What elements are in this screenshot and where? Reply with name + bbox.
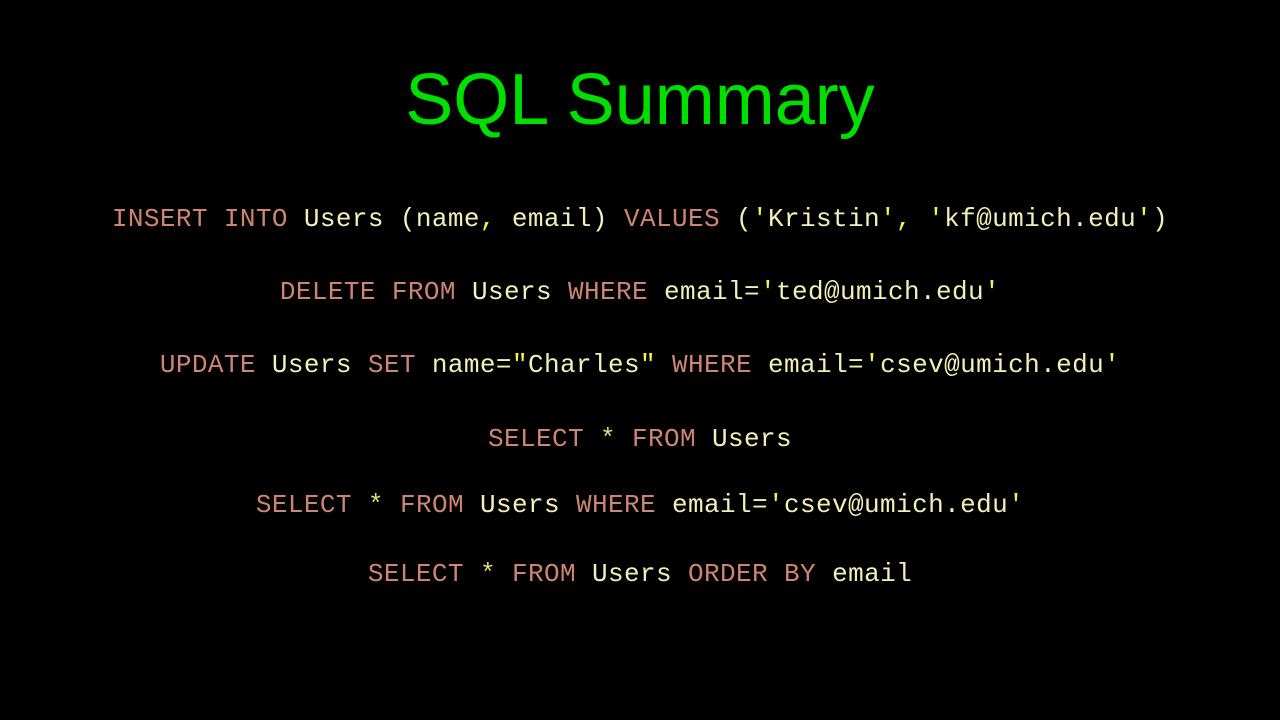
sql-token-punct: " — [511, 350, 528, 380]
sql-token-id: csev@umich.edu — [880, 350, 1105, 380]
sql-token-id — [912, 204, 928, 234]
sql-token-kw: SELECT — [487, 424, 584, 454]
sql-token-kw: FROM — [632, 424, 697, 454]
sql-statement-list: INSERT INTO Users (name, email) VALUES (… — [0, 206, 1280, 587]
sql-statement-delete: DELETE FROM Users WHERE email='ted@umich… — [0, 279, 1280, 305]
sql-token-kw: WHERE — [575, 490, 656, 520]
sql-token-id — [352, 490, 368, 520]
sql-token-punct: ' — [1104, 350, 1121, 380]
sql-statement-select-order-by: SELECT * FROM Users ORDER BY email — [0, 561, 1280, 587]
sql-token-star: * — [367, 490, 384, 520]
sql-token-id — [616, 424, 632, 454]
sql-token-id: email — [816, 559, 913, 589]
sql-token-id — [768, 559, 784, 589]
sql-token-id: Users — [255, 350, 368, 380]
sql-token-star: * — [479, 559, 496, 589]
sql-token-id — [376, 277, 392, 307]
sql-token-kw: FROM — [399, 490, 464, 520]
sql-token-punct: ' — [1008, 490, 1025, 520]
sql-token-id: Users — [575, 559, 689, 589]
sql-token-punct: ' — [751, 204, 768, 234]
sql-token-kw: DELETE — [279, 277, 376, 307]
sql-token-punct: ' — [768, 490, 785, 520]
sql-token-punct: ' — [880, 204, 897, 234]
sql-token-kw: INTO — [223, 204, 288, 234]
sql-token-kw: WHERE — [567, 277, 648, 307]
sql-token-kw: FROM — [391, 277, 456, 307]
sql-token-kw: FROM — [511, 559, 576, 589]
sql-token-id: ( — [719, 204, 752, 234]
sql-token-id: email= — [752, 350, 865, 380]
sql-token-punct: " — [639, 350, 656, 380]
sql-token-id — [656, 350, 672, 380]
sql-token-kw: SET — [367, 350, 416, 380]
sql-token-punct: ' — [928, 204, 945, 234]
sql-token-kw: INSERT — [111, 204, 208, 234]
sql-token-id: email) — [495, 204, 624, 234]
sql-token-id — [584, 424, 600, 454]
sql-token-id: email= — [647, 277, 761, 307]
sql-token-kw: BY — [784, 559, 817, 589]
sql-token-punct: , — [479, 204, 496, 234]
sql-token-kw: WHERE — [672, 350, 753, 380]
slide-canvas: SQL Summary INSERT INTO Users (name, ema… — [0, 0, 1280, 720]
sql-token-id: Users — [455, 277, 568, 307]
sql-token-id: Users (name — [287, 204, 480, 234]
sql-token-kw: SELECT — [367, 559, 464, 589]
sql-statement-update: UPDATE Users SET name="Charles" WHERE em… — [0, 352, 1280, 378]
sql-statement-select-all: SELECT * FROM Users — [0, 426, 1280, 452]
sql-token-id: name= — [415, 350, 512, 380]
sql-token-punct: ' — [984, 277, 1001, 307]
sql-token-punct: ' — [1136, 204, 1153, 234]
sql-token-id: Charles — [527, 350, 640, 380]
sql-token-punct: ' — [760, 277, 777, 307]
sql-token-id: Users — [463, 490, 576, 520]
sql-statement-select-where: SELECT * FROM Users WHERE email='csev@um… — [0, 492, 1280, 518]
sql-token-punct: , — [896, 204, 913, 234]
sql-token-id: Users — [696, 424, 793, 454]
sql-token-kw: ORDER — [688, 559, 769, 589]
sql-token-id — [384, 490, 400, 520]
sql-token-id: email= — [656, 490, 769, 520]
sql-statement-insert: INSERT INTO Users (name, email) VALUES (… — [0, 206, 1280, 232]
sql-token-id — [496, 559, 512, 589]
sql-token-kw: SELECT — [255, 490, 352, 520]
sql-token-kw: UPDATE — [159, 350, 256, 380]
sql-token-id — [464, 559, 480, 589]
sql-token-kw: VALUES — [623, 204, 720, 234]
sql-token-id: csev@umich.edu — [784, 490, 1009, 520]
sql-token-id: ted@umich.edu — [776, 277, 985, 307]
page-title: SQL Summary — [405, 60, 875, 140]
sql-token-id — [208, 204, 224, 234]
sql-token-id: ) — [1152, 204, 1169, 234]
sql-token-id: Kristin — [768, 204, 881, 234]
sql-token-id: kf@umich.edu — [944, 204, 1137, 234]
sql-token-punct: ' — [864, 350, 881, 380]
sql-token-star: * — [599, 424, 616, 454]
